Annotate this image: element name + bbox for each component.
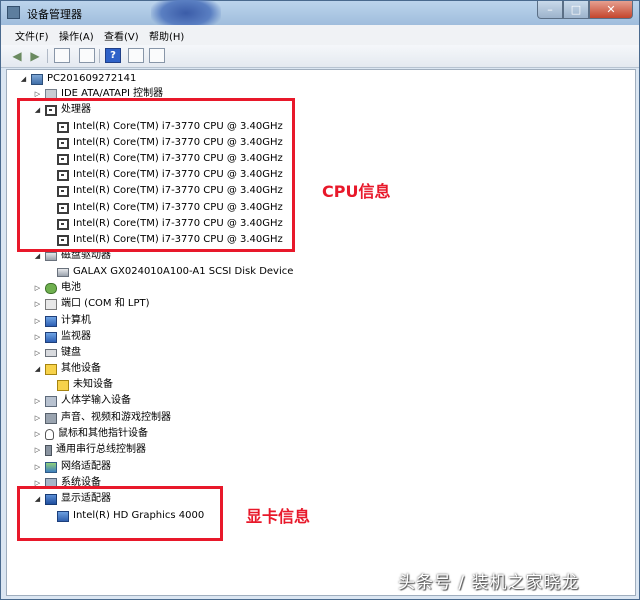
minimize-icon: – — [547, 3, 553, 16]
collapse-icon[interactable]: ◢ — [19, 71, 28, 87]
battery-icon — [45, 282, 57, 294]
menu-action[interactable]: 操作(A) — [59, 28, 94, 43]
expand-icon[interactable]: ▷ — [33, 442, 42, 458]
tree-item-usb-label: 通用串行总线控制器 — [56, 444, 146, 455]
disk-drive-icon — [57, 267, 69, 277]
menu-view[interactable]: 查看(V) — [104, 28, 139, 43]
unknown-device-label: 未知设备 — [73, 379, 113, 390]
other-devices-icon — [45, 363, 57, 375]
tree-item-battery[interactable]: ▷ 电池 — [33, 280, 81, 296]
mouse-icon — [45, 428, 54, 440]
keyboard-icon — [45, 349, 57, 357]
tree-item-other-devices[interactable]: ◢ 其他设备 — [33, 361, 101, 377]
tree-item-monitors[interactable]: ▷ 监视器 — [33, 329, 91, 345]
watermark: 头条号 / 装机之家晓龙 — [398, 573, 580, 593]
scan-hardware-icon[interactable] — [79, 48, 95, 63]
help-icon[interactable]: ? — [105, 48, 121, 63]
tree-item-ports[interactable]: ▷ 端口 (COM 和 LPT) — [33, 296, 150, 312]
tree-root-label: PC201609272141 — [47, 73, 137, 84]
computer-icon — [31, 73, 43, 85]
expand-icon[interactable]: ▷ — [33, 313, 42, 329]
forward-arrow-icon[interactable]: ▶ — [27, 48, 43, 63]
expand-icon[interactable]: ▷ — [33, 410, 42, 426]
tree-item-network-label: 网络适配器 — [61, 461, 111, 472]
tree-item-network[interactable]: ▷ 网络适配器 — [33, 459, 111, 475]
menu-bar: 文件(F) 操作(A) 查看(V) 帮助(H) — [1, 25, 639, 46]
menu-help[interactable]: 帮助(H) — [149, 28, 184, 43]
expand-icon[interactable]: ▷ — [33, 393, 42, 409]
tree-item-other-devices-label: 其他设备 — [61, 363, 101, 374]
tree-item-sound[interactable]: ▷ 声音、视频和游戏控制器 — [33, 410, 171, 426]
expand-icon[interactable]: ▷ — [33, 280, 42, 296]
tree-item-sound-label: 声音、视频和游戏控制器 — [61, 412, 171, 423]
close-button[interactable]: ✕ — [589, 1, 633, 19]
disk-item[interactable]: GALAX GX024010A100-A1 SCSI Disk Device — [57, 264, 293, 280]
toolbar: ◀ ▶ ? — [1, 45, 639, 68]
network-adapter-icon — [45, 461, 57, 473]
gpu-highlight-box — [17, 486, 223, 541]
expand-icon[interactable]: ▷ — [33, 426, 42, 442]
view-toggle-icon[interactable] — [128, 48, 144, 63]
disk-item-label: GALAX GX024010A100-A1 SCSI Disk Device — [73, 266, 294, 277]
gpu-info-annotation: 显卡信息 — [246, 507, 311, 526]
tree-item-hid-label: 人体学输入设备 — [61, 395, 131, 406]
window-controls: – □ ✕ — [537, 1, 633, 21]
back-arrow-icon[interactable]: ◀ — [9, 48, 25, 63]
cpu-highlight-box — [17, 98, 295, 252]
tree-item-usb[interactable]: ▷ 通用串行总线控制器 — [33, 442, 146, 458]
monitor-icon — [45, 331, 57, 343]
hid-icon — [45, 395, 57, 407]
window-title: 设备管理器 — [27, 8, 82, 21]
tree-item-battery-label: 电池 — [61, 282, 81, 293]
maximize-button[interactable]: □ — [563, 1, 589, 19]
tree-item-keyboards-label: 键盘 — [61, 347, 81, 358]
toolbar-separator — [47, 49, 48, 63]
expand-icon[interactable]: ▷ — [33, 329, 42, 345]
unknown-device-item[interactable]: 未知设备 — [57, 377, 113, 393]
minimize-button[interactable]: – — [537, 1, 563, 19]
properties-icon[interactable] — [54, 48, 70, 63]
title-bar[interactable]: 设备管理器 – □ ✕ — [1, 0, 639, 31]
tree-item-mice[interactable]: ▷ 鼠标和其他指针设备 — [33, 426, 148, 442]
computer-icon — [45, 315, 57, 327]
tree-root[interactable]: ◢ PC201609272141 — [19, 71, 136, 87]
warning-icon — [57, 379, 69, 391]
expand-icon[interactable]: ▷ — [33, 459, 42, 475]
tree-item-computer[interactable]: ▷ 计算机 — [33, 313, 91, 329]
tree-item-monitors-label: 监视器 — [61, 331, 91, 342]
disk-drive-icon — [45, 251, 57, 261]
menu-file[interactable]: 文件(F) — [15, 28, 49, 43]
speaker-icon — [45, 412, 57, 424]
tree-item-hid[interactable]: ▷ 人体学输入设备 — [33, 393, 131, 409]
expand-icon[interactable]: ▷ — [33, 345, 42, 361]
device-icon[interactable] — [149, 48, 165, 63]
maximize-icon: □ — [570, 3, 582, 16]
toolbar-separator — [99, 49, 100, 63]
cpu-info-annotation: CPU信息 — [322, 182, 391, 201]
close-icon: ✕ — [606, 3, 616, 16]
collapse-icon[interactable]: ◢ — [33, 361, 42, 377]
device-manager-icon — [7, 6, 20, 19]
tree-item-keyboards[interactable]: ▷ 键盘 — [33, 345, 81, 361]
tree-item-mice-label: 鼠标和其他指针设备 — [58, 428, 148, 439]
expand-icon[interactable]: ▷ — [33, 296, 42, 312]
tree-item-computer-label: 计算机 — [61, 315, 91, 326]
port-icon — [45, 298, 57, 310]
tree-item-ports-label: 端口 (COM 和 LPT) — [61, 298, 150, 309]
usb-icon — [45, 444, 52, 456]
